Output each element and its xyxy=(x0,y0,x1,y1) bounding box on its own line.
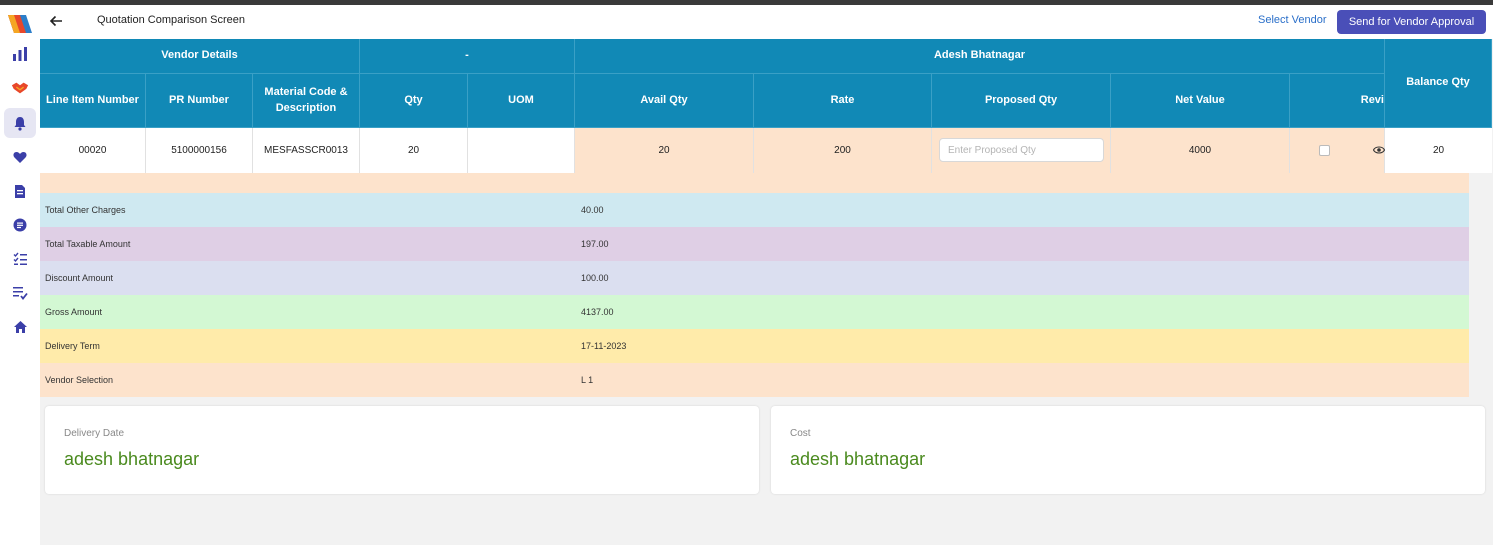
vendor-name-group-header: Adesh Bhatnagar xyxy=(575,39,1385,74)
app-logo[interactable] xyxy=(6,13,34,35)
list-circle-icon[interactable] xyxy=(11,216,29,234)
avail-qty-header[interactable]: Avail Qty xyxy=(575,74,754,128)
heart-icon[interactable] xyxy=(11,148,29,166)
comparison-content: Vendor Details - Adesh Bhatnagar Line It… xyxy=(40,39,1493,545)
summary-value: 4137.00 xyxy=(581,307,614,317)
top-bar: Quotation Comparison Screen Select Vendo… xyxy=(40,5,1493,39)
summary-label: Discount Amount xyxy=(45,273,114,283)
spacer-row xyxy=(40,173,1469,193)
revision-header[interactable]: Revi xyxy=(1290,74,1385,128)
vendor-details-group-header: Vendor Details xyxy=(40,39,360,74)
material-code-cell: MESFASSCR0013 xyxy=(253,128,360,173)
revision-checkbox[interactable] xyxy=(1319,145,1330,156)
dash-group-header: - xyxy=(360,39,575,74)
proposed-qty-header[interactable]: Proposed Qty xyxy=(932,74,1111,128)
cost-label: Cost xyxy=(790,428,811,439)
pr-number-header[interactable]: PR Number xyxy=(146,74,253,128)
approval-list-icon[interactable] xyxy=(11,284,29,302)
line-item-number-header[interactable]: Line Item Number xyxy=(40,74,146,128)
rate-cell: 200 xyxy=(754,128,932,173)
net-value-header[interactable]: Net Value xyxy=(1111,74,1290,128)
summary-row-discount-amount: Discount Amount 100.00 xyxy=(40,261,1469,295)
delivery-date-card: Delivery Date adesh bhatnagar xyxy=(45,406,759,494)
summary-value: L 1 xyxy=(581,375,594,385)
delivery-date-label: Delivery Date xyxy=(64,428,125,439)
summary-label: Delivery Term xyxy=(45,341,100,351)
qty-header[interactable]: Qty xyxy=(360,74,468,128)
cost-card: Cost adesh bhatnagar xyxy=(771,406,1485,494)
home-icon[interactable] xyxy=(11,318,29,336)
summary-row-total-other-charges: Total Other Charges 40.00 xyxy=(40,193,1469,227)
page-title: Quotation Comparison Screen xyxy=(97,14,245,26)
summary-row-total-taxable-amount: Total Taxable Amount 197.00 xyxy=(40,227,1469,261)
net-value-cell: 4000 xyxy=(1111,128,1290,173)
qty-cell: 20 xyxy=(360,128,468,173)
summary-value: 197.00 xyxy=(581,239,609,249)
line-item-number-cell: 00020 xyxy=(40,128,146,173)
summary-row-delivery-term: Delivery Term 17-11-2023 xyxy=(40,329,1469,363)
summary-row-vendor-selection: Vendor Selection L 1 xyxy=(40,363,1469,397)
summary-value: 40.00 xyxy=(581,205,604,215)
cost-value: adesh bhatnagar xyxy=(790,449,926,469)
proposed-qty-input[interactable] xyxy=(939,138,1104,162)
checklist-icon[interactable] xyxy=(11,250,29,268)
balance-qty-cell: 20 xyxy=(1385,128,1492,173)
sidebar xyxy=(0,5,40,545)
eye-icon[interactable] xyxy=(1373,145,1385,155)
summary-label: Gross Amount xyxy=(45,307,103,317)
summary-row-gross-amount: Gross Amount 4137.00 xyxy=(40,295,1469,329)
material-code-header-line1: Material Code & xyxy=(264,85,348,98)
bar-chart-icon[interactable] xyxy=(11,45,29,63)
send-for-vendor-approval-button[interactable]: Send for Vendor Approval xyxy=(1337,10,1486,34)
revision-cell xyxy=(1290,128,1385,173)
rate-header[interactable]: Rate xyxy=(754,74,932,128)
avail-qty-cell: 20 xyxy=(575,128,754,173)
select-vendor-link[interactable]: Select Vendor xyxy=(1258,14,1327,26)
material-code-header[interactable]: Material Code & Description xyxy=(253,74,360,128)
handshake-icon[interactable] xyxy=(11,79,29,97)
uom-cell xyxy=(468,128,575,173)
delivery-date-value: adesh bhatnagar xyxy=(64,449,200,469)
summary-label: Total Taxable Amount xyxy=(45,239,131,249)
uom-header[interactable]: UOM xyxy=(468,74,575,128)
summary-value: 100.00 xyxy=(581,273,609,283)
document-icon[interactable] xyxy=(11,182,29,200)
summary-label: Total Other Charges xyxy=(45,205,126,215)
summary-value: 17-11-2023 xyxy=(581,341,627,351)
pr-number-cell: 5100000156 xyxy=(146,128,253,173)
summary-label: Vendor Selection xyxy=(45,375,114,385)
material-code-header-line2: Description xyxy=(275,101,337,114)
balance-qty-header[interactable]: Balance Qty xyxy=(1385,39,1492,128)
back-arrow-icon[interactable] xyxy=(48,13,64,29)
bell-icon[interactable] xyxy=(11,114,29,132)
